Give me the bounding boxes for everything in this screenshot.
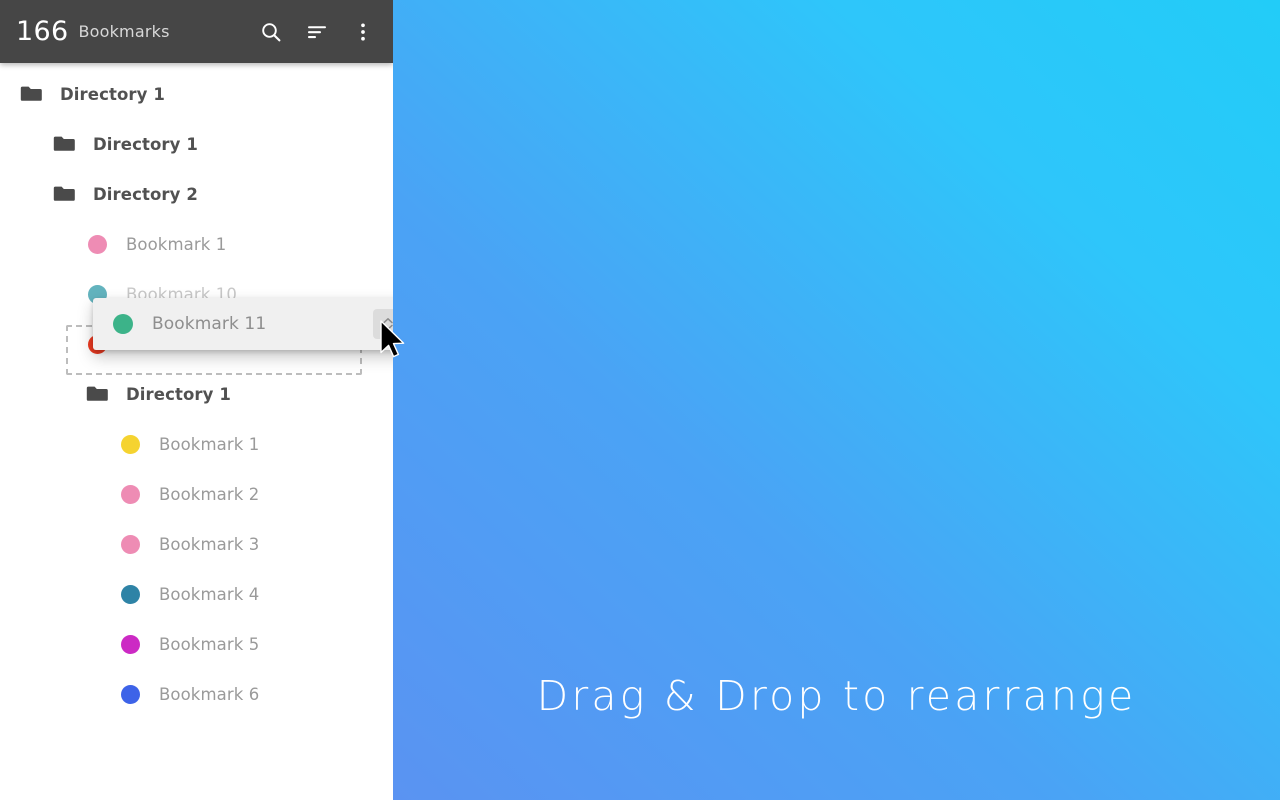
folder-label: Directory 1 [126,384,231,404]
bookmark-color-dot [117,584,143,604]
bookmark-color-dot [113,314,133,334]
folder-label: Directory 2 [93,184,198,204]
app-root: Drag & Drop to rearrange 166 Bookmarks D… [0,0,1280,800]
tree-row-bookmark[interactable]: Bookmark 1 [0,219,393,269]
reorder-handle[interactable] [373,309,393,339]
tree-row-bookmark[interactable]: Bookmark 3 [0,519,393,569]
bookmark-label: Bookmark 3 [159,534,260,554]
bookmark-count: 166 [16,16,69,47]
promo-panel: Drag & Drop to rearrange [393,0,1280,800]
page-title: Bookmarks [78,22,170,41]
tree-row-bookmark[interactable]: Bookmark 4 [0,569,393,619]
tree-row-bookmark[interactable]: Bookmark 6 [0,669,393,719]
bookmark-color-dot [84,234,110,254]
sidebar-header: 166 Bookmarks [0,0,393,63]
tree-row-bookmark[interactable]: Bookmark 1 [0,419,393,469]
tree-row-bookmark[interactable]: Bookmark 2 [0,469,393,519]
bookmark-color-dot [117,434,143,454]
folder-icon [51,135,77,153]
color-dot [120,534,140,554]
dragged-bookmark-card[interactable]: Bookmark 11 [93,298,393,350]
bookmark-color-dot [117,484,143,504]
tree-row-folder[interactable]: Directory 2 [0,169,393,219]
promo-caption: Drag & Drop to rearrange [536,672,1137,720]
folder-icon [51,185,77,203]
color-dot [120,484,140,504]
color-dot [120,434,140,454]
folder-label: Directory 1 [60,84,165,104]
folder-icon [18,85,44,103]
bookmarks-sidebar: 166 Bookmarks Directory 1 Directory 1 Di… [0,0,393,800]
bookmark-tree: Directory 1 Directory 1 Directory 2 Bookmar… [0,63,393,719]
color-dot [120,684,140,704]
bookmark-label: Bookmark 2 [159,484,260,504]
bookmark-label: Bookmark 5 [159,634,260,654]
tree-row-folder[interactable]: Directory 1 [0,369,393,419]
bookmark-color-dot [117,534,143,554]
color-dot [120,584,140,604]
dragged-bookmark-label: Bookmark 11 [152,314,267,334]
folder-icon [84,385,110,403]
tree-row-folder[interactable]: Directory 1 [0,119,393,169]
bookmark-label: Bookmark 1 [126,234,227,254]
tree-row-bookmark[interactable]: Bookmark 5 [0,619,393,669]
search-icon[interactable] [259,20,283,44]
bookmark-color-dot [117,634,143,654]
header-actions [259,20,375,44]
color-dot [87,234,107,254]
bookmark-label: Bookmark 4 [159,584,260,604]
bookmark-color-dot [117,684,143,704]
bookmark-label: Bookmark 6 [159,684,260,704]
folder-label: Directory 1 [93,134,198,154]
tree-row-folder[interactable]: Directory 1 [0,69,393,119]
color-dot [120,634,140,654]
more-vert-icon[interactable] [351,20,375,44]
sort-icon[interactable] [305,20,329,44]
bookmark-label: Bookmark 1 [159,434,260,454]
